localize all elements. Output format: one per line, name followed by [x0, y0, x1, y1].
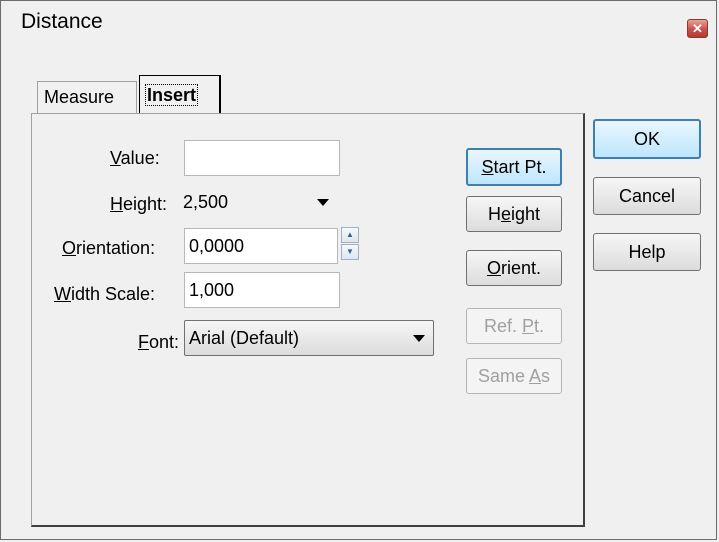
window-title: Distance — [21, 10, 103, 33]
title-bar[interactable]: Distance ✕ — [1, 1, 716, 45]
width-scale-field[interactable]: 1,000 — [184, 272, 340, 308]
chevron-down-icon — [413, 335, 425, 342]
orientation-spinner[interactable]: ▲ ▼ — [341, 227, 359, 260]
tab-insert[interactable]: Insert — [139, 75, 221, 115]
orientation-label: Orientation: — [62, 238, 156, 258]
spin-down-icon[interactable]: ▼ — [341, 244, 359, 260]
height-button[interactable]: Height — [466, 196, 562, 232]
orient-button[interactable]: Orient. — [466, 250, 562, 286]
height-combo[interactable]: 2,500 — [178, 184, 338, 220]
ref-pt-button: Ref. Pt. — [466, 308, 562, 344]
spin-up-icon[interactable]: ▲ — [341, 227, 359, 243]
tab-measure[interactable]: Measure — [37, 81, 137, 113]
height-label: Height: — [110, 194, 168, 214]
tab-insert-label: Insert — [144, 84, 199, 106]
font-label: Font: — [138, 332, 180, 352]
font-select-value: Arial (Default) — [189, 328, 300, 348]
ok-button[interactable]: OK — [593, 119, 701, 159]
close-button[interactable]: ✕ — [687, 19, 708, 38]
insert-panel: Value: Height: 2,500 Orientation: 0,0000… — [31, 113, 585, 527]
width-scale-label: Width Scale: — [54, 284, 156, 304]
chevron-down-icon — [317, 199, 329, 206]
same-as-button: Same As — [466, 358, 562, 394]
font-select[interactable]: Arial (Default) — [184, 320, 434, 356]
cancel-button[interactable]: Cancel — [593, 177, 701, 215]
help-button[interactable]: Help — [593, 233, 701, 271]
value-label: Value: — [110, 148, 160, 168]
height-combo-value: 2,500 — [183, 192, 229, 212]
value-field[interactable] — [184, 140, 340, 176]
orientation-field[interactable]: 0,0000 — [184, 228, 338, 264]
distance-dialog: Distance ✕ Measure Insert Value: Height:… — [0, 0, 717, 540]
close-icon: ✕ — [692, 21, 703, 36]
start-pt-button[interactable]: Start Pt. — [466, 148, 562, 186]
